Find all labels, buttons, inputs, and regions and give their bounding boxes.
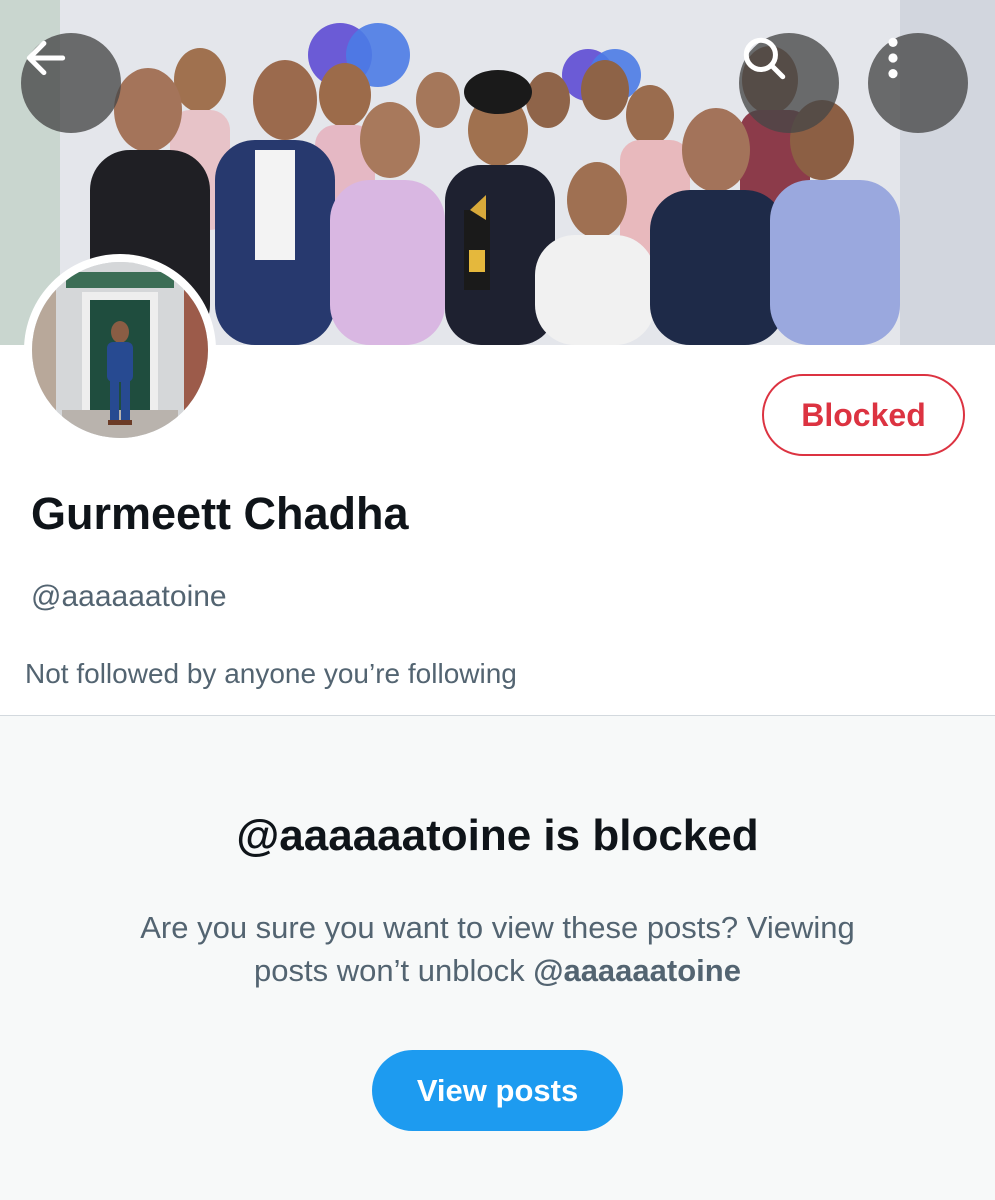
more-options-button[interactable] [868, 33, 968, 133]
user-handle: @aaaaaatoine [31, 580, 227, 613]
avatar-photo [32, 262, 208, 438]
profile-avatar[interactable] [24, 254, 216, 446]
view-posts-button[interactable]: View posts [372, 1050, 623, 1131]
blocked-notice-body: Are you sure you want to view these post… [100, 906, 895, 992]
blocked-notice-title: @aaaaaatoine is blocked [236, 811, 759, 860]
blocked-notice-handle: @aaaaaatoine [533, 953, 741, 988]
display-name: Gurmeett Chadha [31, 488, 409, 539]
back-button[interactable] [21, 33, 121, 133]
search-button[interactable] [739, 33, 839, 133]
more-vertical-icon [888, 37, 898, 79]
blocked-button[interactable]: Blocked [762, 374, 965, 456]
followed-by-note: Not followed by anyone you’re following [25, 658, 517, 689]
search-icon [743, 37, 786, 80]
blocked-notice-text: Are you sure you want to view these post… [140, 910, 855, 988]
arrow-left-icon [26, 40, 66, 76]
blocked-notice: @aaaaaatoine is blocked Are you sure you… [0, 716, 995, 1200]
